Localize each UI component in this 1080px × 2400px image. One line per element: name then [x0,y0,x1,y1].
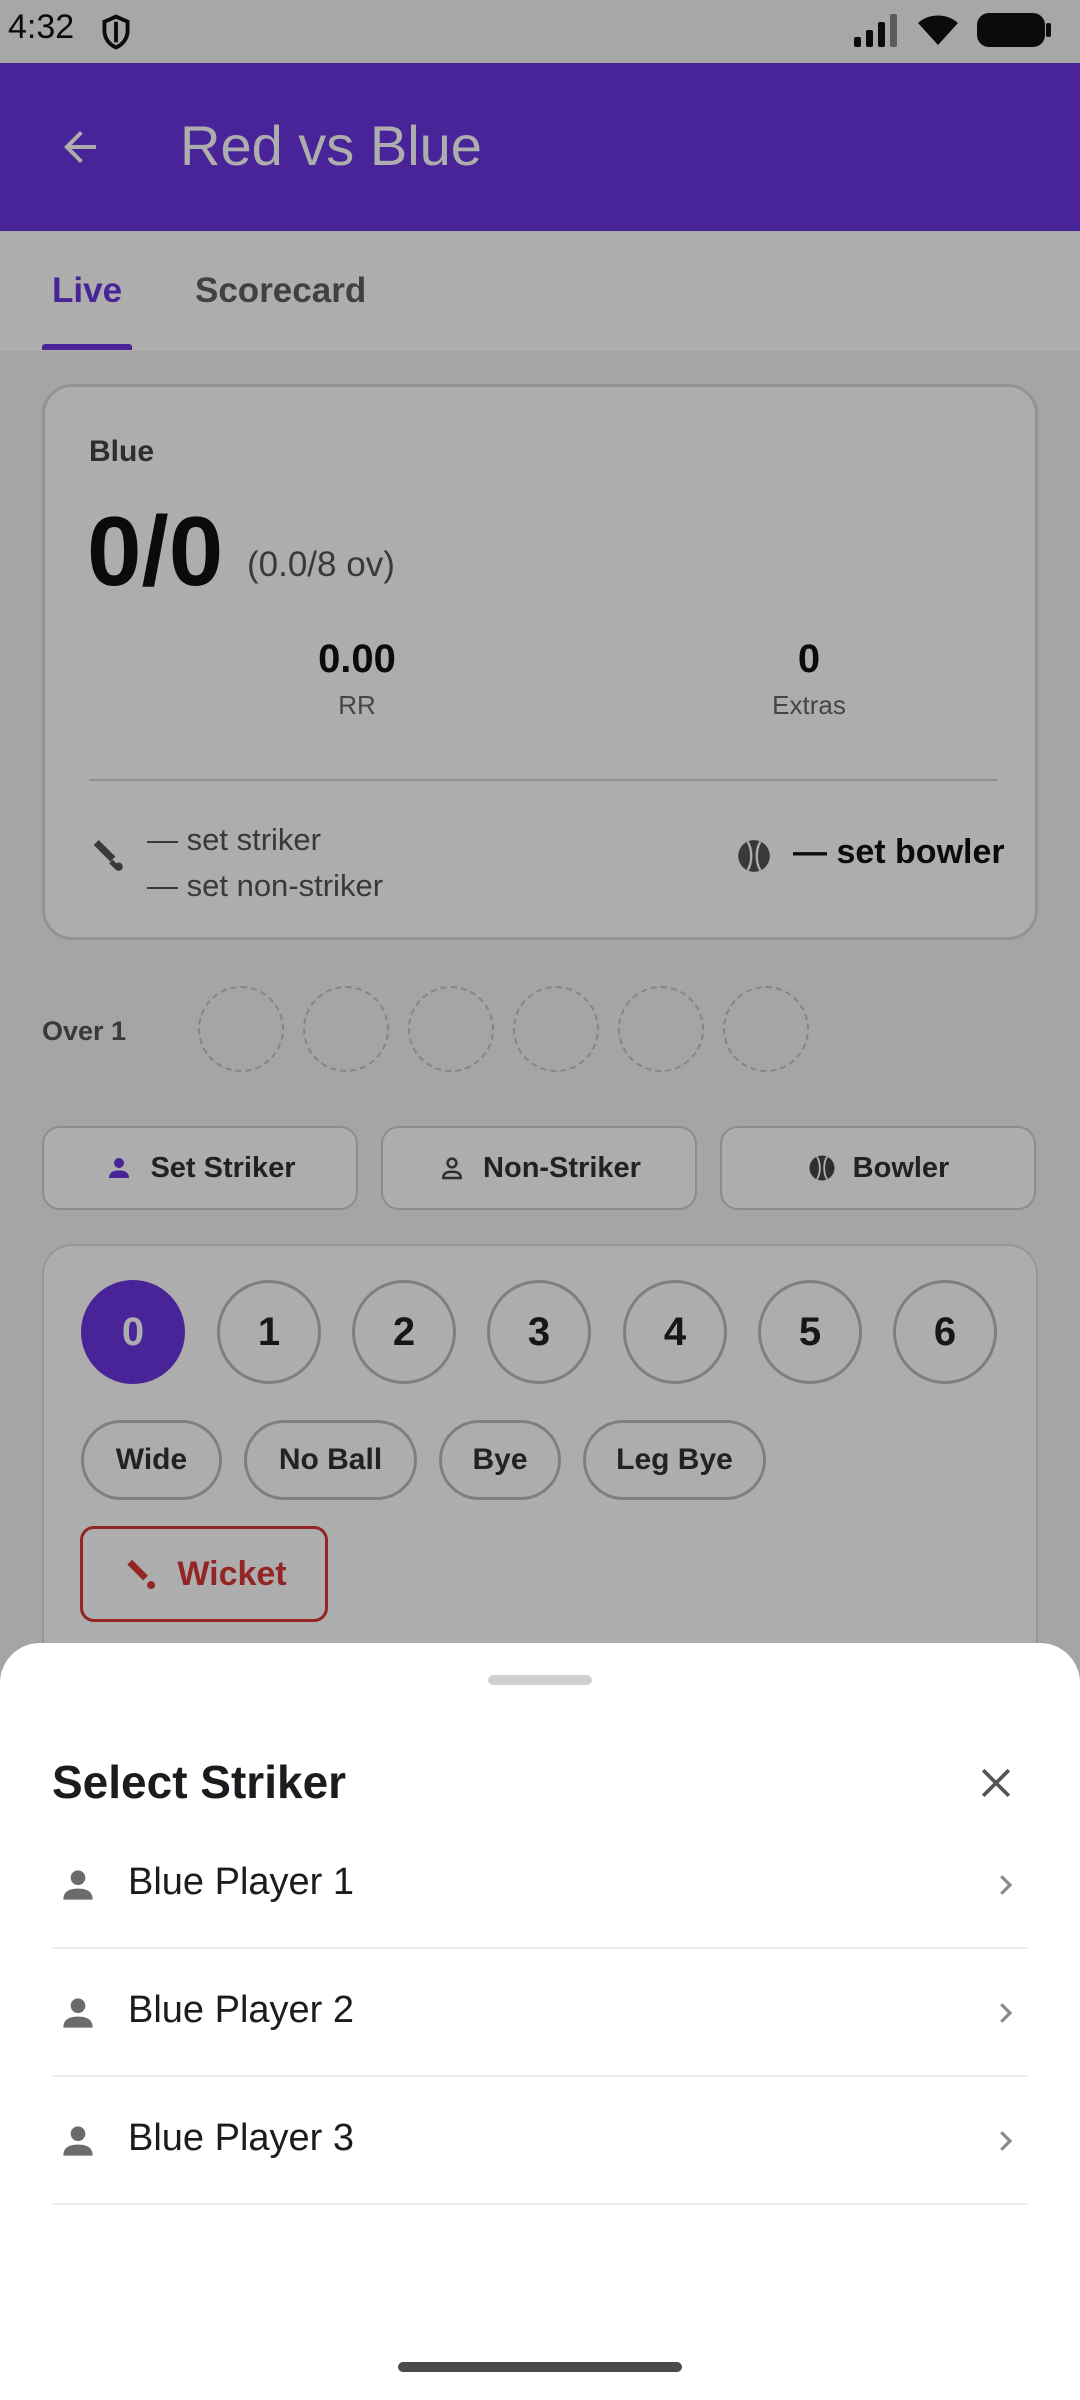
chevron-right-icon [1000,2131,1013,2151]
player-list-item[interactable]: Blue Player 1 [52,1821,1028,1949]
sheet-title: Select Striker [52,1756,347,1808]
chevron-right-icon [1000,2003,1013,2023]
player-list-item[interactable]: Blue Player 3 [52,2077,1028,2205]
person-icon [63,1870,93,1900]
drag-handle[interactable] [488,1675,592,1685]
person-icon [63,2126,93,2156]
player-list-item[interactable]: Blue Player 2 [52,1949,1028,2077]
close-icon [981,1768,1011,1798]
close-button[interactable] [966,1753,1026,1813]
player-name: Blue Player 3 [128,2117,355,2159]
player-name: Blue Player 2 [128,1989,355,2031]
player-name: Blue Player 1 [128,1861,355,1903]
person-icon [63,1998,93,2028]
select-striker-sheet: Select Striker Blue Player 1 Blue Player… [0,1643,1080,2400]
home-indicator[interactable] [398,2362,682,2372]
chevron-right-icon [1000,1875,1013,1895]
